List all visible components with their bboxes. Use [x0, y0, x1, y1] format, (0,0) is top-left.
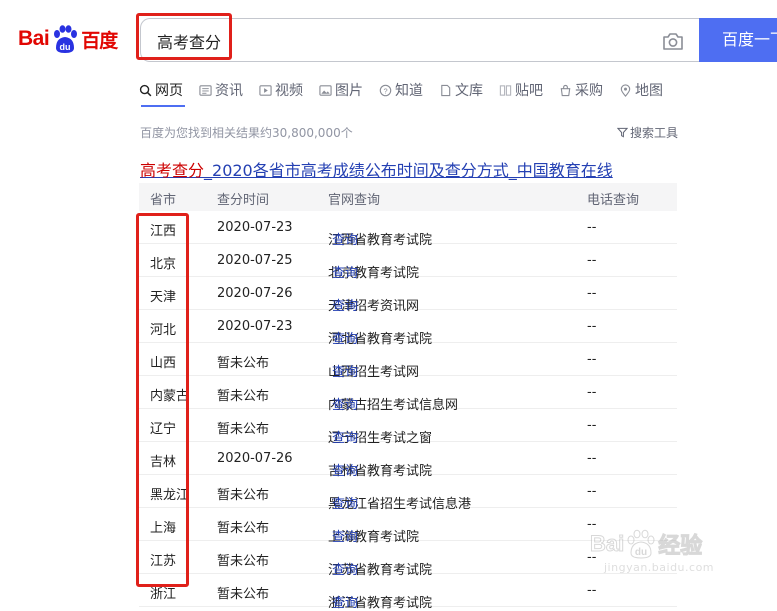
- cell-phone: --: [587, 484, 597, 499]
- annotation-box-search: [136, 13, 232, 60]
- search-tools-button[interactable]: 搜索工具: [617, 124, 678, 141]
- filter-icon: [617, 127, 628, 138]
- header-province: 省市: [150, 193, 177, 208]
- query-link[interactable]: 查询: [332, 592, 358, 611]
- tab-news[interactable]: 资讯: [199, 80, 243, 100]
- svg-text:?: ?: [383, 86, 387, 95]
- logo-chinese: 百度: [81, 29, 118, 52]
- search-icon: [139, 84, 152, 96]
- video-icon: [259, 84, 272, 96]
- tab-label: 文库: [455, 83, 483, 99]
- tab-zhidao[interactable]: ? 知道: [379, 80, 423, 100]
- cell-phone: --: [587, 583, 597, 598]
- cell-phone: --: [587, 418, 597, 433]
- table-row: 北京 2020-07-25 北京教育考试院 查询 --: [139, 244, 677, 281]
- tab-label: 地图: [635, 83, 663, 99]
- tab-map[interactable]: 地图: [619, 80, 663, 100]
- table-row: 天津 2020-07-26 天津招考资讯网 查询 --: [139, 277, 677, 314]
- cell-phone: --: [587, 451, 597, 466]
- cell-date: 暂未公布: [217, 521, 270, 536]
- search-tabs: 网页 资讯 视频 图片 ? 知道 文库 贴吧 采购 地图: [139, 80, 679, 100]
- result-title-rest: _2020各省市高考成绩公布时间及查分方式_中国教育在线: [204, 161, 613, 180]
- cell-date: 暂未公布: [217, 554, 270, 569]
- watermark-paw-text: du: [635, 547, 647, 558]
- tab-label: 网页: [155, 83, 183, 99]
- paw-icon: du: [54, 25, 78, 53]
- shopping-icon: [560, 84, 571, 96]
- cell-date: 2020-07-26: [217, 451, 293, 466]
- watermark-cn: 经验: [658, 533, 703, 559]
- cell-phone: --: [587, 352, 597, 367]
- tab-label: 采购: [575, 83, 603, 99]
- header-site: 官网查询: [328, 193, 381, 208]
- table-row: 吉林 2020-07-26 吉林省教育考试院 查询 --: [139, 442, 677, 479]
- cell-date: 2020-07-23: [217, 319, 293, 334]
- forum-icon: [499, 84, 512, 96]
- result-title-highlight: 高考查分: [140, 161, 205, 180]
- tab-label: 资讯: [215, 83, 243, 99]
- cell-date: 暂未公布: [217, 422, 270, 437]
- table-row: 河北 2020-07-23 河北省教育考试院 查询 --: [139, 310, 677, 347]
- watermark-domain: jingyan.baidu.com: [604, 561, 715, 574]
- tab-web[interactable]: 网页: [139, 80, 183, 100]
- cell-date: 暂未公布: [217, 356, 270, 371]
- result-title-link[interactable]: 高考查分_2020各省市高考成绩公布时间及查分方式_中国教育在线: [140, 157, 613, 181]
- header-phone: 电话查询: [587, 193, 640, 208]
- header-date: 查分时间: [217, 193, 270, 208]
- logo-latin: Bai: [18, 27, 50, 50]
- search-tools-label: 搜索工具: [630, 126, 679, 140]
- tab-wenku[interactable]: 文库: [439, 80, 483, 100]
- cell-phone: --: [587, 385, 597, 400]
- tab-video[interactable]: 视频: [259, 80, 303, 100]
- cell-phone: --: [587, 220, 597, 235]
- tab-tieba[interactable]: 贴吧: [499, 80, 543, 100]
- watermark-latin: Bai: [589, 531, 625, 557]
- cell-date: 暂未公布: [217, 587, 270, 602]
- table-header: 省市 查分时间 官网查询 电话查询: [139, 183, 677, 211]
- table-row: 江西 2020-07-23 江西省教育考试院 查询 --: [139, 211, 677, 248]
- tab-label: 图片: [335, 83, 363, 99]
- image-icon: [319, 84, 332, 96]
- watermark-logo: Bai du 经验: [589, 528, 714, 560]
- table-row: 黑龙江 暂未公布 黑龙江省招生考试信息港 查询 --: [139, 475, 677, 512]
- cell-phone: --: [587, 253, 597, 268]
- cell-date: 暂未公布: [217, 488, 270, 503]
- tab-label: 贴吧: [515, 83, 543, 99]
- tab-label: 知道: [395, 83, 423, 99]
- cell-phone: --: [587, 319, 597, 334]
- cell-phone: --: [587, 286, 597, 301]
- logo-paw-text: du: [60, 42, 71, 52]
- table-row: 辽宁 暂未公布 辽宁招生考试之窗 查询 --: [139, 409, 677, 446]
- table-row: 山西 暂未公布 山西招生考试网 查询 --: [139, 343, 677, 380]
- map-icon: [620, 83, 631, 97]
- cell-date: 2020-07-26: [217, 286, 293, 301]
- question-icon: ?: [379, 84, 392, 96]
- tab-label: 视频: [275, 83, 303, 99]
- paw-icon: du: [627, 529, 655, 559]
- cell-date: 2020-07-23: [217, 220, 293, 235]
- tab-images[interactable]: 图片: [319, 80, 363, 100]
- annotation-box-provinces: [136, 213, 189, 587]
- cell-date: 暂未公布: [217, 389, 270, 404]
- table-row: 浙江 暂未公布 浙江省教育考试院 查询 --: [139, 574, 677, 611]
- cell-date: 2020-07-25: [217, 253, 293, 268]
- camera-icon[interactable]: [661, 29, 685, 53]
- document-icon: [441, 84, 451, 96]
- tab-purchase[interactable]: 采购: [559, 80, 603, 100]
- result-count: 百度为您找到相关结果约30,800,000个: [140, 126, 353, 140]
- table-row: 内蒙古 暂未公布 内蒙古招生考试信息网 查询 --: [139, 376, 677, 413]
- news-icon: [199, 84, 212, 96]
- baidu-logo[interactable]: Bai du 百度: [18, 22, 118, 56]
- search-button[interactable]: 百度一下: [699, 18, 777, 62]
- active-tab-underline: [141, 105, 185, 107]
- watermark: Bai du 经验 jingyan.baidu.com: [589, 528, 715, 574]
